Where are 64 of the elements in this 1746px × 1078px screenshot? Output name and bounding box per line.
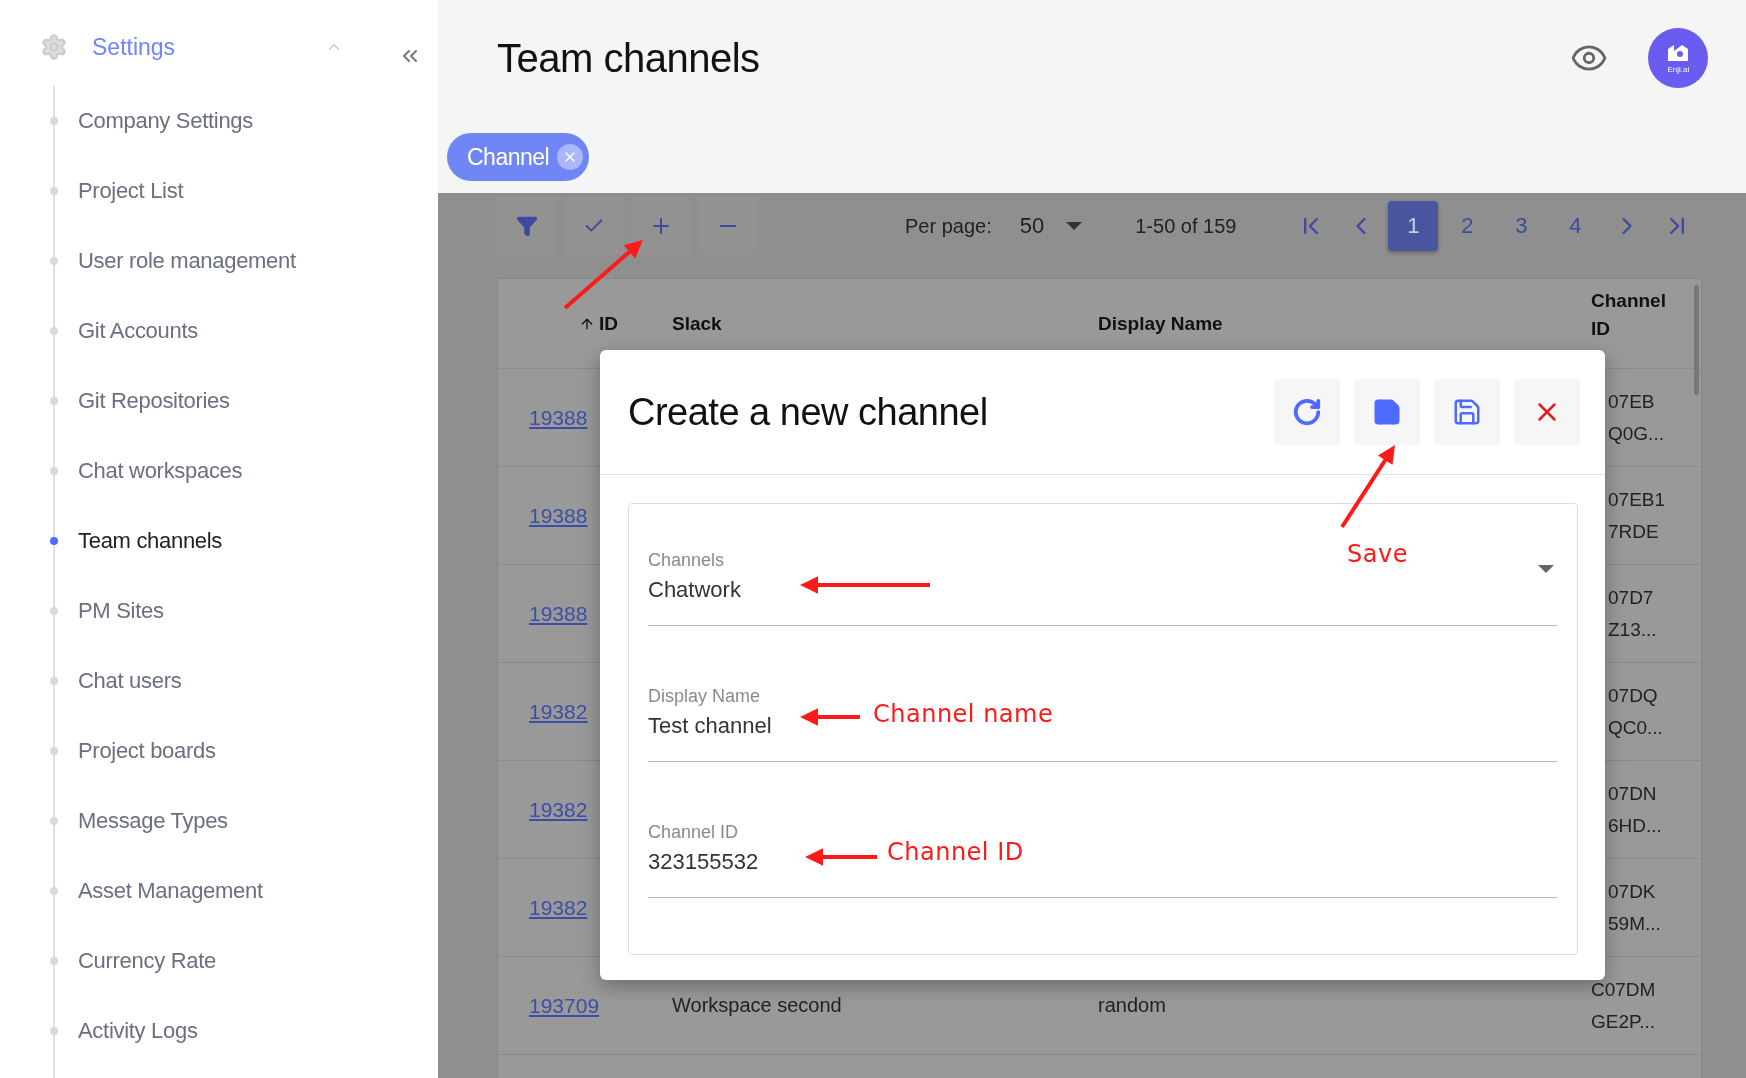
page-range: 1-50 of 159: [1135, 214, 1237, 238]
filter-icon: [516, 215, 538, 237]
id-link[interactable]: 19388: [529, 503, 588, 528]
table-cell-text: 07DK 59M...: [1608, 879, 1662, 936]
sidebar-item[interactable]: User role management: [48, 226, 296, 296]
column-header[interactable]: Slack: [618, 309, 1098, 338]
id-link[interactable]: 19382: [529, 797, 588, 822]
table-cell-text: 07DN 6HD...: [1608, 781, 1663, 838]
field-label: Channel ID: [648, 822, 739, 843]
sidebar-item[interactable]: Asset Management: [48, 856, 263, 926]
sidebar-item[interactable]: Project List: [48, 156, 184, 226]
column-header[interactable]: ID: [498, 309, 618, 338]
table-cell-text: random: [1098, 994, 1167, 1017]
arrow: [800, 708, 860, 726]
sidebar-item[interactable]: Project boards: [48, 716, 216, 786]
annotation-text: Channel ID: [887, 838, 1024, 866]
page-button[interactable]: 1: [1388, 201, 1439, 251]
dialog-title: Create a new channel: [628, 390, 989, 434]
column-header[interactable]: Channel ID: [1591, 287, 1681, 343]
gear-icon: [40, 33, 68, 61]
field-label: Channels: [648, 550, 725, 571]
avatar[interactable]: Enji.ai: [1648, 28, 1709, 88]
caret-icon[interactable]: [1538, 565, 1554, 573]
page-title: Team channels: [497, 35, 761, 81]
id-link[interactable]: 19388: [529, 405, 588, 430]
id-link[interactable]: 19388: [529, 601, 588, 626]
sidebar-item[interactable]: Activity Logs: [48, 996, 198, 1066]
scrollbar[interactable]: [1694, 285, 1700, 395]
sidebar-item[interactable]: Git Repositories: [48, 366, 230, 436]
field-value: Chatwork: [648, 577, 908, 603]
per-page-label: Per page:: [905, 214, 992, 238]
id-link[interactable]: 19382: [529, 699, 588, 724]
id-link[interactable]: 19382: [529, 895, 588, 920]
arrow: [805, 848, 877, 866]
table-cell-text: Workspace second: [671, 994, 843, 1017]
caret-icon[interactable]: [1066, 222, 1083, 230]
refresh-button[interactable]: [1274, 379, 1340, 445]
avatar-text: Enji.ai: [1667, 64, 1690, 74]
sidebar-item[interactable]: Message Types: [48, 786, 228, 856]
sidebar-item[interactable]: Chat workspaces: [48, 436, 243, 506]
annotation-text: Save: [1347, 540, 1408, 568]
refresh-icon: [1292, 397, 1322, 427]
save-and-close-button[interactable]: [1434, 379, 1500, 445]
sidebar-item[interactable]: PM Sites: [48, 576, 164, 646]
table-cell-text: C07DM GE2P...: [1591, 977, 1657, 1034]
table-cell-text: 07D7 Z13...: [1608, 585, 1658, 642]
table-cell-text: 07EB Q0G...: [1608, 389, 1665, 446]
sidebar-section-title[interactable]: Settings: [92, 33, 176, 61]
column-header[interactable]: Display Name: [1098, 309, 1591, 338]
id-link[interactable]: 193709: [529, 993, 600, 1018]
sidebar-item[interactable]: Currency Rate: [48, 926, 216, 996]
close-button[interactable]: [1514, 379, 1580, 445]
per-page-select[interactable]: 50: [1019, 213, 1045, 239]
remove-icon[interactable]: [557, 144, 584, 170]
field-label: Display Name: [648, 686, 761, 707]
sidebar-item[interactable]: Company Settings: [48, 86, 253, 156]
save-button[interactable]: [1354, 379, 1420, 445]
sidebar-item[interactable]: Git Accounts: [48, 296, 198, 366]
table-cell-text: 07EB1 7RDE: [1608, 487, 1667, 544]
sidebar-item[interactable]: Chat users: [48, 646, 182, 716]
filter-chip[interactable]: Channel: [447, 133, 590, 181]
table-cell-text: 07DQ QC0...: [1608, 683, 1664, 740]
minus-icon: [720, 225, 736, 227]
sidebar-item[interactable]: Team channels: [48, 506, 223, 576]
